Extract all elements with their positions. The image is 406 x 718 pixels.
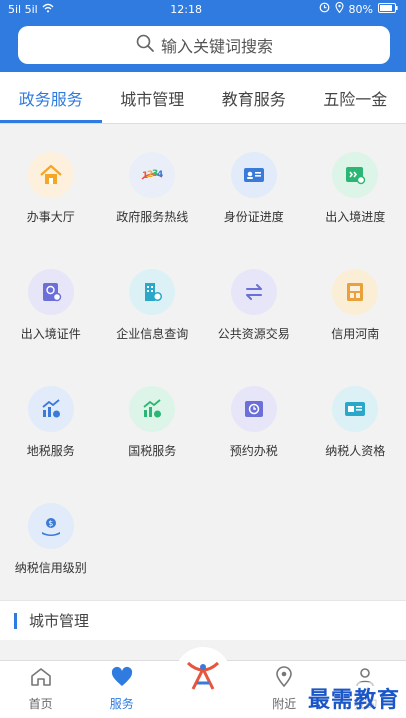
service-tax-appointment[interactable]: 预约办税 <box>203 386 305 503</box>
watermark: 最需教育 <box>307 682 400 714</box>
service-label: 公共资源交易 <box>217 327 290 341</box>
wifi-icon <box>42 3 54 16</box>
category-tabs: 政务服务 城市管理 教育服务 五险一金 <box>0 72 406 124</box>
service-enterprise-query[interactable]: 企业信息查询 <box>102 269 204 386</box>
service-label: 身份证进度 <box>223 210 284 224</box>
hotline-12345-icon: 1234 <box>129 152 176 198</box>
search-placeholder: 输入关键词搜索 <box>160 37 273 56</box>
local-tax-icon <box>27 386 74 432</box>
nav-label: 首页 <box>28 697 53 711</box>
heart-icon <box>110 665 134 695</box>
location-status-icon <box>334 1 344 16</box>
service-label: 地税服务 <box>26 444 75 458</box>
service-label: 国税服务 <box>128 444 177 458</box>
service-label: 出入境进度 <box>325 210 386 224</box>
taxpayer-icon <box>332 386 379 432</box>
tab-label: 五险一金 <box>323 89 388 109</box>
nav-home[interactable]: 首页 <box>0 661 81 718</box>
section-header-city-management: 城市管理 <box>0 600 406 640</box>
service-label: 纳税人资格 <box>325 444 386 458</box>
nav-services[interactable]: 服务 <box>81 661 162 718</box>
service-label: 纳税信用级别 <box>14 561 87 575</box>
services-grid: 办事大厅 1234 政府服务热线 身份证进度 出入境进度 出入境证件 企业信息查… <box>0 124 406 594</box>
service-label: 出入境证件 <box>20 327 81 341</box>
clock: 12:18 <box>170 2 202 16</box>
tab-label: 政务服务 <box>18 89 83 109</box>
tab-social-insurance[interactable]: 五险一金 <box>305 72 406 123</box>
service-label: 企业信息查询 <box>116 327 189 341</box>
svg-text:$: $ <box>48 519 53 528</box>
nav-label: 服务 <box>109 697 134 711</box>
appointment-icon <box>230 386 277 432</box>
battery-percent: 80% <box>348 2 373 16</box>
service-national-tax[interactable]: 国税服务 <box>102 386 204 503</box>
service-service-hall[interactable]: 办事大厅 <box>0 152 102 269</box>
battery-icon <box>378 2 398 16</box>
header: 输入关键词搜索 <box>0 18 406 72</box>
credit-icon <box>332 269 379 315</box>
building-icon <box>129 269 176 315</box>
service-passport[interactable]: 出入境证件 <box>0 269 102 386</box>
service-hotline[interactable]: 1234 政府服务热线 <box>102 152 204 269</box>
signal-area: 5il 5il <box>8 3 54 16</box>
service-public-resource[interactable]: 公共资源交易 <box>203 269 305 386</box>
status-bar: 5il 5il 12:18 80% <box>0 0 406 18</box>
section-title: 城市管理 <box>29 612 90 630</box>
service-label: 信用河南 <box>331 327 380 341</box>
tab-gov-services[interactable]: 政务服务 <box>0 72 102 123</box>
exchange-icon <box>230 269 277 315</box>
service-taxpayer-qualification[interactable]: 纳税人资格 <box>305 386 406 503</box>
tab-city-management[interactable]: 城市管理 <box>102 72 204 123</box>
tab-label: 城市管理 <box>120 89 185 109</box>
nav-label: 附近 <box>272 697 297 711</box>
service-label: 政府服务热线 <box>116 210 189 224</box>
service-label: 办事大厅 <box>26 210 75 224</box>
passport-icon <box>27 269 74 315</box>
service-label: 预约办税 <box>229 444 278 458</box>
app-logo-icon[interactable] <box>175 647 231 703</box>
service-id-card-progress[interactable]: 身份证进度 <box>203 152 305 269</box>
service-local-tax[interactable]: 地税服务 <box>0 386 102 503</box>
search-icon <box>135 33 155 57</box>
search-input[interactable]: 输入关键词搜索 <box>18 26 390 64</box>
service-credit-henan[interactable]: 信用河南 <box>305 269 406 386</box>
location-icon <box>272 665 296 695</box>
tab-label: 教育服务 <box>221 89 286 109</box>
id-card-icon <box>230 152 277 198</box>
signal-text: 5il 5il <box>8 2 38 16</box>
service-border-progress[interactable]: 出入境进度 <box>305 152 406 269</box>
tax-credit-icon: $ <box>27 503 74 549</box>
tab-education-services[interactable]: 教育服务 <box>203 72 305 123</box>
border-progress-icon <box>332 152 379 198</box>
section-accent-bar <box>14 612 17 629</box>
national-tax-icon <box>129 386 176 432</box>
house-icon <box>27 152 74 198</box>
home-icon <box>29 665 53 695</box>
alarm-icon <box>319 2 330 16</box>
svg-text:4: 4 <box>157 170 163 180</box>
